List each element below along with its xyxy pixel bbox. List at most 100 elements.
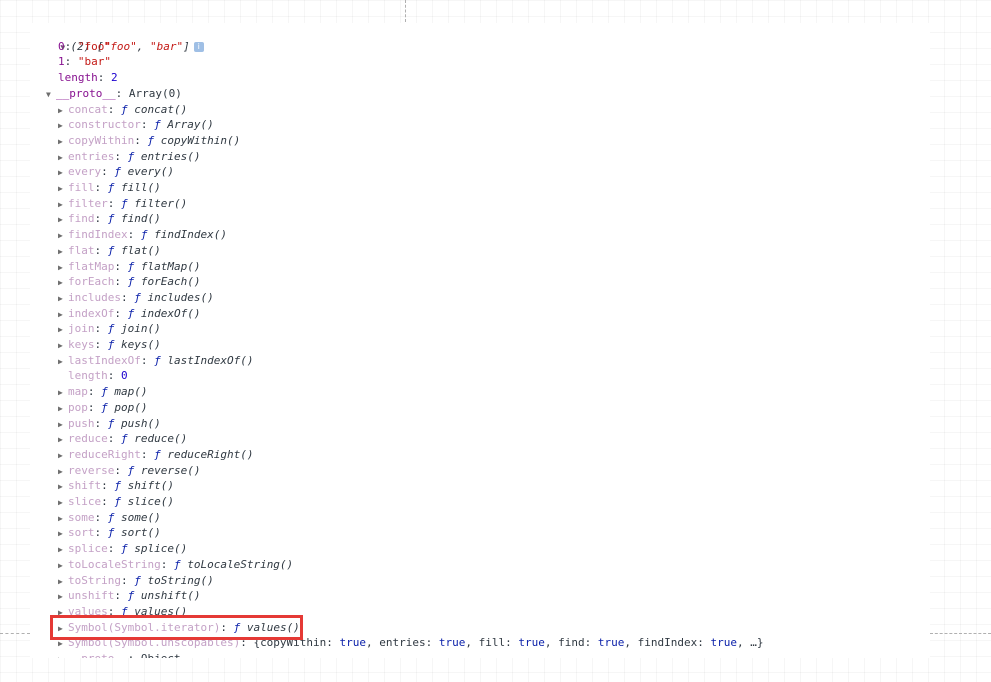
function-icon: ƒ — [233, 620, 241, 634]
dashed-guide-top — [405, 0, 406, 22]
method-row[interactable]: ▶ values: ƒ values() — [58, 604, 187, 620]
method-row[interactable]: ▶ filter: ƒ filter() — [58, 196, 187, 212]
collapse-arrow-icon[interactable]: ▶ — [58, 322, 68, 338]
function-icon: ƒ — [140, 228, 148, 242]
proto-key: __proto__ — [56, 86, 116, 100]
collapse-arrow-icon[interactable]: ▶ — [58, 401, 68, 417]
method-row[interactable]: ▶ toString: ƒ toString() — [58, 573, 214, 589]
collapse-arrow-icon[interactable]: ▶ — [58, 558, 68, 574]
method-key: unshift — [68, 589, 115, 603]
property-row[interactable]: length: 2 — [58, 70, 118, 86]
collapse-arrow-icon[interactable]: ▶ — [58, 417, 68, 433]
collapse-arrow-icon[interactable]: ▶ — [58, 307, 68, 323]
collapse-arrow-icon[interactable]: ▶ — [58, 275, 68, 291]
method-row[interactable]: ▶ every: ƒ every() — [58, 164, 174, 180]
method-row[interactable]: ▶ pop: ƒ pop() — [58, 400, 148, 416]
method-key: find — [68, 212, 95, 226]
expand-arrow-icon[interactable]: ▼ — [46, 87, 56, 103]
collapse-arrow-icon[interactable]: ▶ — [58, 479, 68, 495]
info-icon[interactable]: i — [193, 41, 204, 52]
method-row[interactable]: ▶ Symbol(Symbol.iterator): ƒ values() — [58, 620, 300, 636]
method-row[interactable]: ▶ concat: ƒ concat() — [58, 102, 187, 118]
method-row[interactable]: ▶ reduce: ƒ reduce() — [58, 431, 187, 447]
method-row[interactable]: ▶ findIndex: ƒ findIndex() — [58, 227, 227, 243]
method-row[interactable]: ▶ flatMap: ƒ flatMap() — [58, 259, 200, 275]
collapse-arrow-icon[interactable]: ▶ — [58, 652, 68, 658]
collapse-arrow-icon[interactable]: ▶ — [58, 574, 68, 590]
collapse-arrow-icon[interactable]: ▶ — [58, 150, 68, 166]
method-row[interactable]: ▶ push: ƒ push() — [58, 416, 161, 432]
collapse-arrow-icon[interactable]: ▶ — [58, 103, 68, 119]
collapse-arrow-icon[interactable]: ▶ — [58, 228, 68, 244]
method-row[interactable]: ▶ copyWithin: ƒ copyWithin() — [58, 133, 240, 149]
property-row[interactable]: 1: "bar" — [58, 54, 111, 70]
method-key: values — [68, 604, 108, 618]
method-row[interactable]: ▶ map: ƒ map() — [58, 384, 148, 400]
proto-key: __proto__ — [68, 652, 128, 658]
collapse-arrow-icon[interactable]: ▶ — [58, 636, 68, 652]
function-icon: ƒ — [127, 275, 135, 289]
collapse-arrow-icon[interactable]: ▶ — [58, 338, 68, 354]
proto-object-row[interactable]: ▶__proto__: Object — [58, 651, 181, 658]
method-row[interactable]: ▶ some: ƒ some() — [58, 510, 161, 526]
method-row[interactable]: ▶ find: ƒ find() — [58, 211, 161, 227]
function-icon: ƒ — [127, 306, 135, 320]
collapse-arrow-icon[interactable]: ▶ — [58, 464, 68, 480]
method-function: push() — [121, 416, 161, 430]
proto-header-row[interactable]: ▼ __proto__: Array(0) — [46, 86, 182, 102]
method-key: shift — [68, 479, 102, 493]
method-row[interactable]: ▶ slice: ƒ slice() — [58, 494, 174, 510]
method-row[interactable]: ▶ shift: ƒ shift() — [58, 478, 174, 494]
collapse-arrow-icon[interactable]: ▶ — [58, 118, 68, 134]
method-row[interactable]: ▶ indexOf: ƒ indexOf() — [58, 306, 200, 322]
method-key: join — [68, 322, 95, 336]
method-row[interactable]: ▶ includes: ƒ includes() — [58, 290, 214, 306]
method-row[interactable]: ▶ keys: ƒ keys() — [58, 337, 161, 353]
method-row[interactable]: ▶ fill: ƒ fill() — [58, 180, 161, 196]
collapse-arrow-icon[interactable]: ▶ — [58, 165, 68, 181]
collapse-arrow-icon[interactable]: ▶ — [58, 511, 68, 527]
collapse-arrow-icon[interactable]: ▶ — [58, 621, 68, 637]
method-key: flat — [68, 243, 95, 257]
array-header-row[interactable]: ▼ (2) ["foo", "bar"] i — [34, 23, 204, 53]
collapse-arrow-icon[interactable]: ▶ — [58, 542, 68, 558]
collapse-arrow-icon[interactable]: ▶ — [58, 495, 68, 511]
method-key: reduceRight — [68, 447, 141, 461]
array-preview-sep: , — [136, 39, 150, 53]
collapse-arrow-icon[interactable]: ▶ — [58, 605, 68, 621]
method-row[interactable]: ▶ splice: ƒ splice() — [58, 541, 187, 557]
collapse-arrow-icon[interactable]: ▶ — [58, 526, 68, 542]
collapse-arrow-icon[interactable]: ▶ — [58, 448, 68, 464]
method-row[interactable]: ▶ forEach: ƒ forEach() — [58, 274, 200, 290]
method-row[interactable]: ▶ toLocaleString: ƒ toLocaleString() — [58, 557, 293, 573]
collapse-arrow-icon[interactable]: ▶ — [58, 385, 68, 401]
method-function: toLocaleString() — [187, 557, 294, 571]
collapse-arrow-icon[interactable]: ▶ — [58, 291, 68, 307]
method-key: length — [68, 369, 108, 383]
method-row[interactable]: ▶ reverse: ƒ reverse() — [58, 463, 200, 479]
method-row[interactable]: ▶ join: ƒ join() — [58, 321, 161, 337]
collapse-arrow-icon[interactable]: ▶ — [58, 244, 68, 260]
collapse-arrow-icon[interactable]: ▶ — [58, 134, 68, 150]
method-function: values() — [134, 604, 188, 618]
collapse-arrow-icon[interactable]: ▶ — [58, 432, 68, 448]
method-row[interactable]: ▶ reduceRight: ƒ reduceRight() — [58, 447, 253, 463]
method-row[interactable]: ▶ flat: ƒ flat() — [58, 243, 161, 259]
method-row[interactable]: ▶ constructor: ƒ Array() — [58, 117, 214, 133]
method-row[interactable]: ▶ entries: ƒ entries() — [58, 149, 200, 165]
collapse-arrow-icon[interactable]: ▶ — [58, 212, 68, 228]
collapse-arrow-icon[interactable]: ▶ — [58, 181, 68, 197]
property-row[interactable]: 0: "foo" — [58, 39, 111, 55]
unscopables-entry-key: entries — [379, 636, 426, 650]
method-row[interactable]: ▶ unshift: ƒ unshift() — [58, 588, 200, 604]
function-icon: ƒ — [121, 196, 128, 210]
collapse-arrow-icon[interactable]: ▶ — [58, 260, 68, 276]
method-row[interactable]: length: 0 — [58, 368, 128, 384]
unscopables-row[interactable]: ▶ Symbol(Symbol.unscopables): {copyWithin… — [58, 635, 764, 651]
collapse-arrow-icon[interactable]: ▶ — [58, 354, 68, 370]
method-row[interactable]: ▶ lastIndexOf: ƒ lastIndexOf() — [58, 353, 253, 369]
collapse-arrow-icon[interactable]: ▶ — [58, 589, 68, 605]
collapse-arrow-icon[interactable]: ▶ — [58, 197, 68, 213]
method-row[interactable]: ▶ sort: ƒ sort() — [58, 525, 161, 541]
method-function: unshift() — [140, 589, 201, 603]
